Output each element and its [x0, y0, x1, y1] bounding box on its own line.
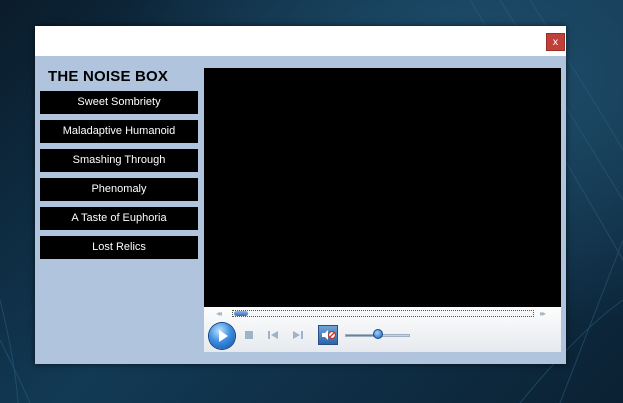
app-window: x THE NOISE BOX Sweet Sombriety Maladapt…: [35, 26, 566, 364]
app-title: THE NOISE BOX: [48, 68, 169, 85]
track-button[interactable]: A Taste of Euphoria: [40, 207, 198, 230]
seek-back-icon[interactable]: ◂◂: [216, 309, 222, 318]
title-bar: x: [35, 26, 566, 56]
volume-thumb[interactable]: [372, 329, 383, 339]
previous-icon[interactable]: [267, 330, 279, 340]
button-row: [204, 321, 561, 352]
track-button[interactable]: Sweet Sombriety: [40, 91, 198, 114]
stop-icon[interactable]: [244, 330, 254, 340]
next-icon[interactable]: [292, 330, 304, 340]
play-button[interactable]: [209, 323, 235, 349]
track-button[interactable]: Lost Relics: [40, 236, 198, 259]
mute-button[interactable]: [318, 325, 338, 345]
mute-icon: [322, 330, 337, 340]
track-button[interactable]: Phenomaly: [40, 178, 198, 201]
track-button[interactable]: Smashing Through: [40, 149, 198, 172]
video-area[interactable]: [204, 68, 561, 307]
track-list: Sweet Sombriety Maladaptive Humanoid Sma…: [40, 91, 198, 265]
seek-thumb[interactable]: [234, 311, 248, 316]
track-button[interactable]: Maladaptive Humanoid: [40, 120, 198, 143]
seek-forward-icon[interactable]: ▸▸: [540, 309, 546, 318]
seek-bar[interactable]: [232, 310, 534, 317]
player-controls: ◂◂ ▸▸: [204, 307, 561, 352]
close-button[interactable]: x: [546, 33, 565, 51]
seek-row: ◂◂ ▸▸: [204, 307, 561, 321]
play-icon: [219, 330, 228, 342]
media-player: ◂◂ ▸▸: [204, 68, 561, 352]
